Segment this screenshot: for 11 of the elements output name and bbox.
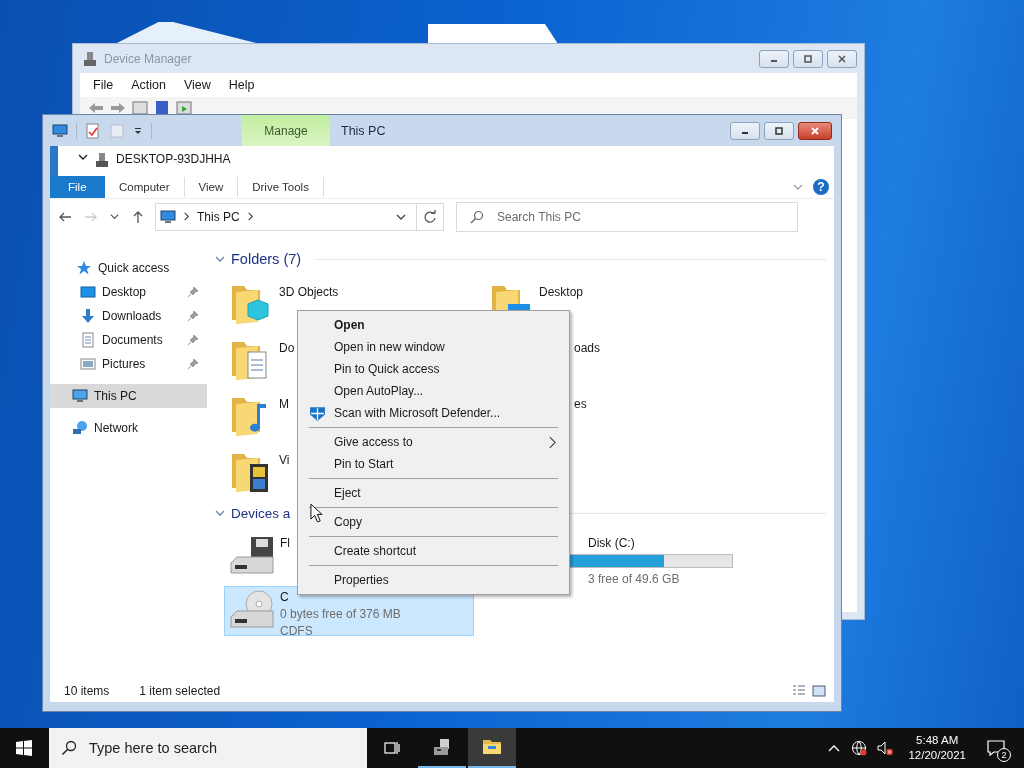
file-system: CDFS [280,623,314,639]
drive-free-space: 3 free of 49.6 GB [588,571,681,587]
item-count: 10 items [64,684,110,698]
drive-free-space: 0 bytes free of 376 MB [280,606,401,622]
window-title: This PC [341,122,386,140]
selection-count: 1 item selected [139,684,221,698]
window-title: Device Manager [104,51,192,66]
drive-name: Fl [280,536,290,551]
drive-name: Disk (C:) [588,536,636,551]
drive-name: C [280,590,290,605]
notification-count: 2 [997,748,1011,762]
